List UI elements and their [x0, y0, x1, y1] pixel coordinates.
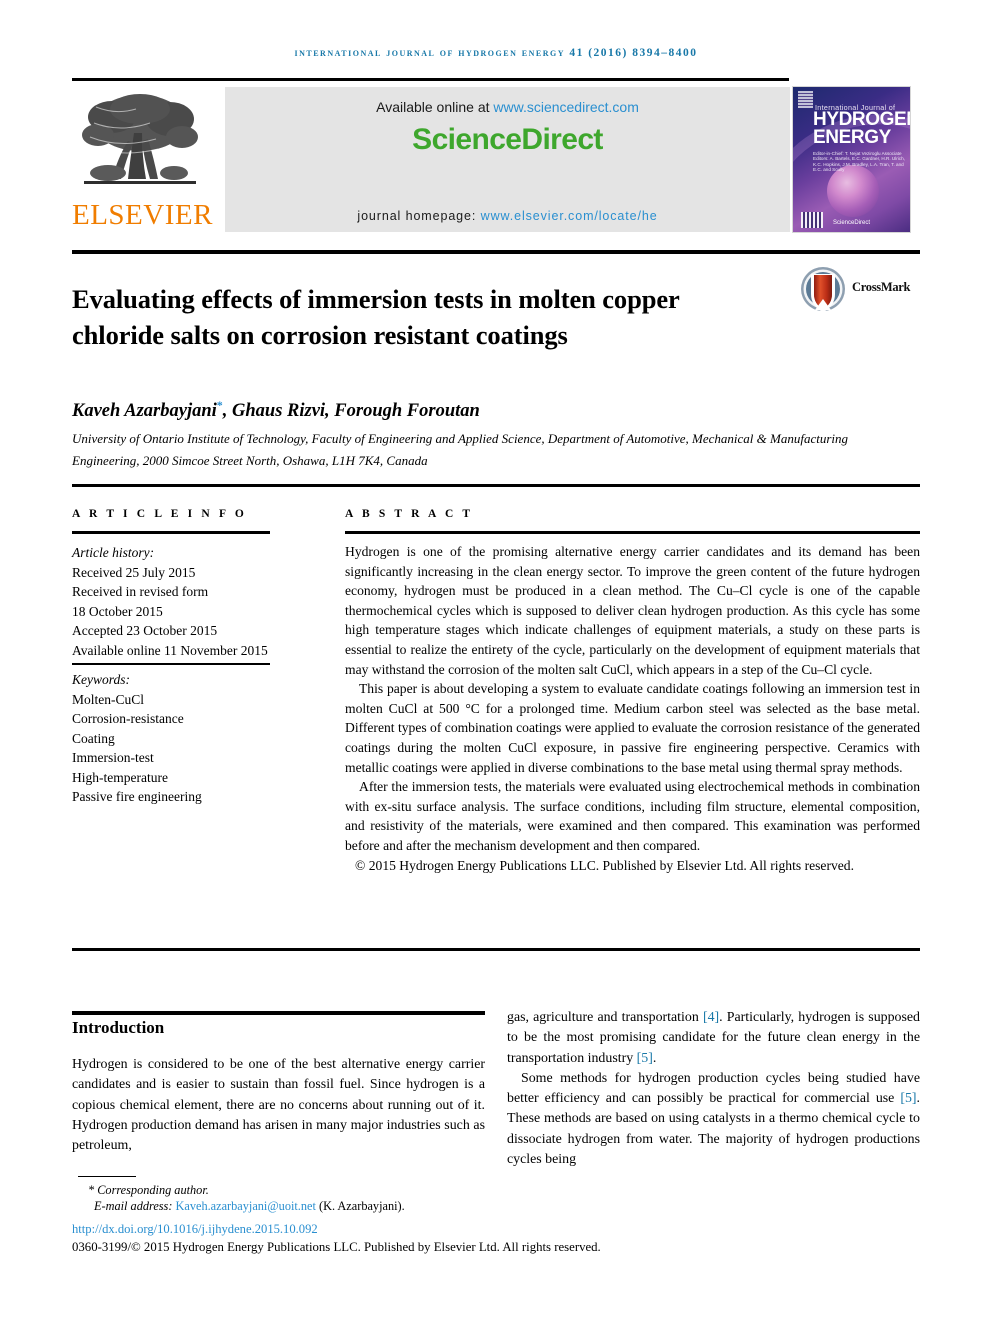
email-note: E-mail address: Kaveh.azarbayjani@uoit.n… — [72, 1198, 692, 1214]
cover-sphere-graphic — [827, 165, 879, 217]
citation-ref[interactable]: [5] — [637, 1051, 653, 1066]
info-label-underline — [72, 531, 270, 534]
body-paragraph: Hydrogen is considered to be one of the … — [72, 1057, 485, 1154]
email-suffix: (K. Azarbayjani). — [315, 1199, 405, 1214]
running-head: International Journal of Hydrogen Energy… — [294, 47, 698, 59]
citation-ref[interactable]: [5] — [900, 1091, 916, 1106]
keywords-block: Keywords: Molten-CuCl Corrosion-resistan… — [72, 670, 322, 807]
keyword-item: High-temperature — [72, 769, 168, 785]
body-text: Some methods for hydrogen production cyc… — [507, 1070, 920, 1107]
abstract-paragraph: This paper is about developing a system … — [345, 681, 920, 775]
cover-barcode-icon — [801, 212, 823, 228]
email-label: E-mail address: — [94, 1199, 176, 1214]
journal-homepage-prefix: journal homepage: — [357, 209, 481, 223]
footnote-block: * Corresponding author. E-mail address: … — [72, 1182, 692, 1215]
body-paragraph: Some methods for hydrogen production cyc… — [507, 1069, 920, 1170]
keywords-heading: Keywords: — [72, 672, 130, 687]
sciencedirect-logo-text: ScienceDirect — [412, 123, 603, 156]
introduction-heading: Introduction — [72, 1018, 165, 1037]
info-section-top-rule — [72, 484, 920, 487]
author-rest: , Ghaus Rizvi, Forough Foroutan — [222, 401, 480, 422]
cover-elsevier-mark-icon — [798, 91, 813, 108]
issn-copyright-line: 0360-3199/© 2015 Hydrogen Energy Publica… — [72, 1240, 601, 1254]
keyword-item: Passive fire engineering — [72, 789, 202, 804]
keyword-item: Immersion-test — [72, 750, 154, 765]
citation-ref[interactable]: [4] — [703, 1010, 719, 1025]
email-link[interactable]: Kaveh.azarbayjani@uoit.net — [176, 1199, 316, 1213]
elsevier-wordmark: ELSEVIER — [72, 199, 213, 231]
available-online-line: Available online at www.sciencedirect.co… — [225, 99, 790, 115]
cover-main-title: HYDROGEN ENERGY — [813, 110, 910, 148]
crossmark-icon — [801, 267, 845, 312]
available-online-prefix: Available online at — [376, 99, 494, 115]
footnote-rule — [78, 1176, 136, 1178]
masthead: ELSEVIER Available online at www.science… — [72, 87, 790, 232]
body-column-right: gas, agriculture and transportation [4].… — [507, 1008, 920, 1170]
history-line: 18 October 2015 — [72, 603, 163, 619]
article-history: Article history: Received 25 July 2015 R… — [72, 543, 322, 660]
body-paragraph: gas, agriculture and transportation [4].… — [507, 1008, 920, 1069]
author-first: Kaveh Azarbayjani — [72, 401, 217, 422]
sciencedirect-banner: Available online at www.sciencedirect.co… — [225, 87, 790, 232]
body-text: . — [652, 1050, 657, 1066]
elsevier-tree-icon — [82, 94, 198, 184]
history-line: Available online 11 November 2015 — [72, 642, 268, 658]
keyword-item: Coating — [72, 730, 115, 746]
crossmark-label: CrossMark — [852, 280, 911, 294]
keywords-divider-rule — [72, 663, 270, 665]
keyword-item: Molten-CuCl — [72, 691, 145, 707]
journal-article-page: International Journal of Hydrogen Energy… — [0, 0, 992, 1323]
abstract-body: Hydrogen is one of the promising alterna… — [345, 542, 920, 875]
abstract-label-underline — [345, 531, 920, 534]
author-list: Kaveh Azarbayjani*, Ghaus Rizvi, Forough… — [72, 398, 872, 422]
article-history-heading: Article history: — [72, 545, 155, 560]
abstract-section-bottom-rule — [72, 948, 920, 951]
history-line: Accepted 23 October 2015 — [72, 623, 218, 638]
abstract-label: A B S T R A C T — [345, 508, 474, 520]
affiliation: University of Ontario Institute of Techn… — [72, 431, 849, 468]
sciencedirect-logo[interactable]: ScienceDirect — [225, 123, 790, 157]
title-rule — [72, 250, 920, 254]
journal-cover-thumbnail[interactable]: International Journal of HYDROGEN ENERGY… — [793, 87, 910, 232]
cover-sciencedirect-brand: ScienceDirect — [833, 220, 871, 226]
history-line: Received in revised form — [72, 584, 209, 599]
journal-homepage-line: journal homepage: www.elsevier.com/locat… — [225, 209, 790, 223]
article-info-label: A R T I C L E I N F O — [72, 508, 247, 520]
introduction-rule — [72, 1011, 485, 1015]
history-line: Received 25 July 2015 — [72, 564, 196, 580]
cover-title-line2: ENERGY — [813, 127, 891, 148]
header-rule — [72, 78, 789, 81]
sciencedirect-url-link[interactable]: www.sciencedirect.com — [493, 99, 639, 115]
corresponding-author-note: * Corresponding author. — [88, 1183, 209, 1197]
abstract-copyright: © 2015 Hydrogen Energy Publications LLC.… — [355, 857, 855, 873]
elsevier-logo: ELSEVIER — [72, 87, 213, 232]
keyword-item: Corrosion-resistance — [72, 711, 184, 726]
journal-homepage-link[interactable]: www.elsevier.com/locate/he — [481, 209, 658, 223]
body-text: gas, agriculture and transportation — [507, 1010, 703, 1025]
abstract-paragraph: After the immersion tests, the materials… — [345, 779, 920, 853]
body-column-left: Hydrogen is considered to be one of the … — [72, 1055, 485, 1156]
crossmark-badge[interactable]: CrossMark — [800, 266, 920, 316]
abstract-paragraph: Hydrogen is one of the promising alterna… — [345, 544, 920, 677]
page-title: Evaluating effects of immersion tests in… — [72, 283, 680, 350]
cover-editors-text: Editor-in-Chief: T. Nejat Veziroglu Asso… — [813, 151, 905, 173]
doi-link[interactable]: http://dx.doi.org/10.1016/j.ijhydene.201… — [72, 1222, 318, 1237]
